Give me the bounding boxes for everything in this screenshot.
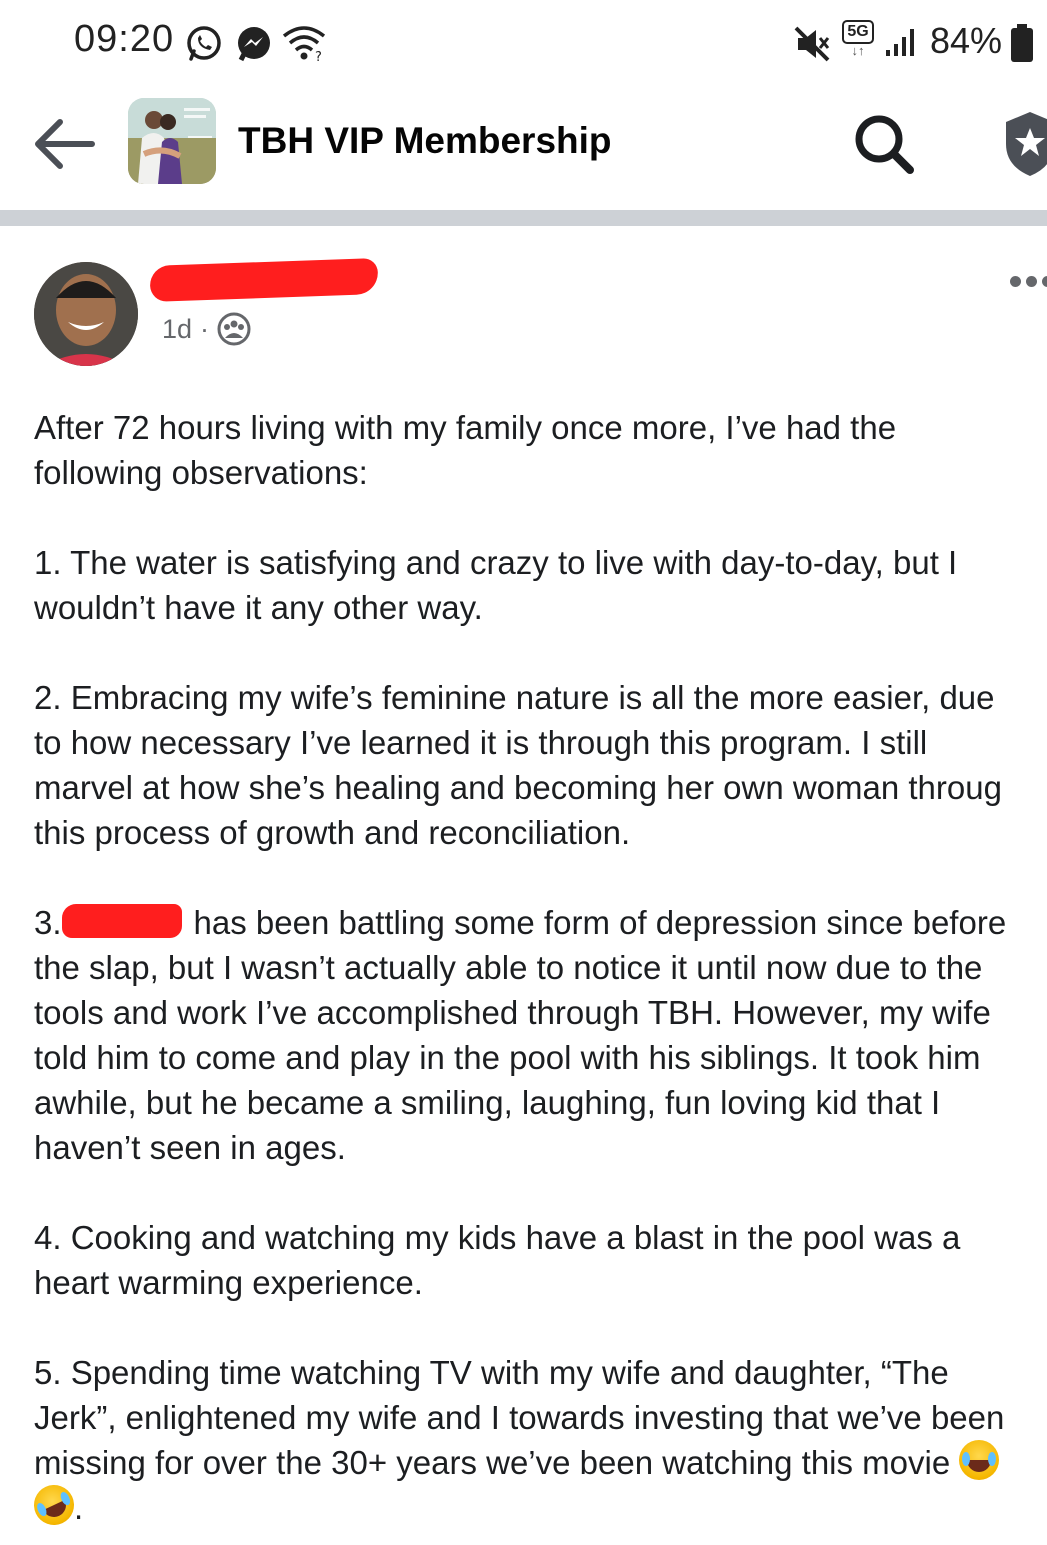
tears-of-joy-emoji-icon	[959, 1440, 1000, 1480]
group-audience-icon	[217, 312, 251, 346]
observation-3: 3. has been battling some form of depress…	[34, 904, 1007, 1166]
post-intro: After 72 hours living with my family onc…	[34, 409, 897, 491]
group-cover-image	[128, 98, 216, 184]
search-icon[interactable]	[852, 112, 916, 176]
post-timestamp[interactable]: 1d	[162, 314, 192, 345]
status-time: 09:20	[74, 18, 175, 60]
author-avatar[interactable]	[34, 262, 138, 366]
observation-2: 2. Embracing my wife’s feminine nature i…	[34, 679, 1002, 851]
group-title[interactable]: TBH VIP Membership	[238, 120, 612, 162]
section-divider	[0, 210, 1047, 226]
post-more-options-button[interactable]	[1010, 272, 1047, 292]
5g-icon: 5G ↓↑	[842, 20, 874, 60]
back-arrow-icon[interactable]	[28, 114, 100, 174]
battery-percent: 84%	[930, 20, 1003, 61]
observation-4: 4. Cooking and watching my kids have a b…	[34, 1219, 961, 1301]
observation-5: 5. Spending time watching TV with my wif…	[27, 1350, 1047, 1532]
redacted-author-name	[149, 258, 379, 302]
post-meta: 1d ·	[162, 312, 251, 346]
whatsapp-icon	[187, 26, 221, 61]
more-dot	[1042, 276, 1047, 287]
mute-icon	[794, 26, 830, 62]
signal-icon	[886, 29, 914, 56]
group-header: TBH VIP Membership	[0, 92, 1047, 202]
admin-shield-star-icon[interactable]	[1000, 108, 1047, 178]
battery-icon	[1011, 24, 1033, 62]
author-photo	[34, 262, 138, 366]
observation-1: 1. The water is satisfying and crazy to …	[34, 544, 958, 626]
more-dot	[1026, 276, 1037, 287]
post-text: After 72 hours living with my family onc…	[27, 405, 1047, 1532]
group-cover-thumbnail[interactable]	[128, 98, 216, 184]
status-bar: 09:20 ? 5G ↓↑ 84%	[0, 0, 1047, 82]
rolling-laughing-emoji-icon	[27, 1478, 81, 1532]
messenger-icon	[238, 27, 270, 62]
more-dot	[1010, 276, 1021, 287]
wifi-icon: ?	[282, 26, 326, 62]
redacted-child-name	[61, 904, 182, 938]
svg-text:?: ?	[315, 50, 322, 62]
meta-separator: ·	[200, 313, 210, 344]
